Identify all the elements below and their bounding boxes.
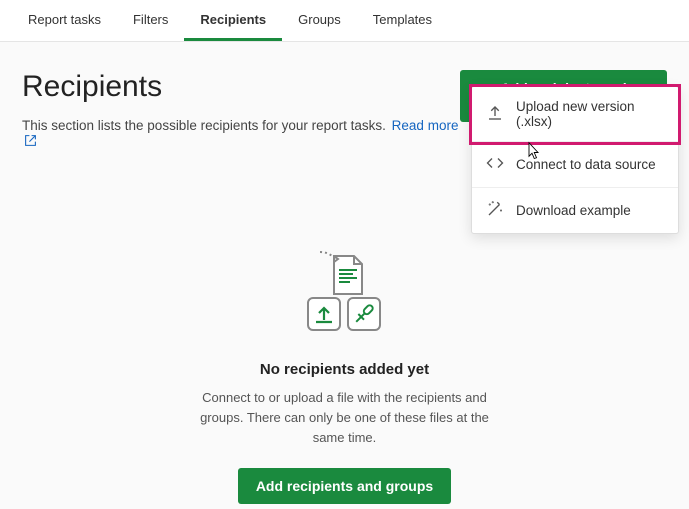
page-subtitle: This section lists the possible recipien… xyxy=(22,118,460,150)
tab-filters[interactable]: Filters xyxy=(117,0,184,41)
menu-item-label: Connect to data source xyxy=(516,157,656,172)
tab-recipients[interactable]: Recipients xyxy=(184,0,282,41)
empty-state-description: Connect to or upload a file with the rec… xyxy=(195,388,495,448)
menu-item-label: Upload new version (.xlsx) xyxy=(516,99,664,129)
tab-label: Filters xyxy=(133,12,168,27)
page-content: Recipients This section lists the possib… xyxy=(0,42,689,504)
menu-item-upload[interactable]: Upload new version (.xlsx) xyxy=(472,87,678,142)
menu-item-connect[interactable]: Connect to data source xyxy=(472,142,678,188)
external-link-icon xyxy=(24,134,37,150)
tab-label: Templates xyxy=(373,12,432,27)
menu-item-download-example[interactable]: Download example xyxy=(472,188,678,233)
empty-state-illustration xyxy=(290,250,400,345)
page-title: Recipients xyxy=(22,70,460,104)
upload-icon xyxy=(486,104,504,125)
empty-add-recipients-button[interactable]: Add recipients and groups xyxy=(238,468,451,504)
wand-icon xyxy=(486,200,504,221)
code-icon xyxy=(486,154,504,175)
tab-report-tasks[interactable]: Report tasks xyxy=(12,0,117,41)
tab-label: Report tasks xyxy=(28,12,101,27)
empty-state: No recipients added yet Connect to or up… xyxy=(22,250,667,504)
tab-label: Recipients xyxy=(200,12,266,27)
subtitle-text: This section lists the possible recipien… xyxy=(22,118,386,133)
menu-item-label: Download example xyxy=(516,203,631,218)
add-recipients-menu: Upload new version (.xlsx) Connect to da… xyxy=(471,86,679,234)
tab-bar: Report tasks Filters Recipients Groups T… xyxy=(0,0,689,42)
tab-groups[interactable]: Groups xyxy=(282,0,357,41)
read-more-label: Read more xyxy=(392,118,459,133)
tab-templates[interactable]: Templates xyxy=(357,0,448,41)
empty-state-title: No recipients added yet xyxy=(260,361,429,378)
tab-label: Groups xyxy=(298,12,341,27)
